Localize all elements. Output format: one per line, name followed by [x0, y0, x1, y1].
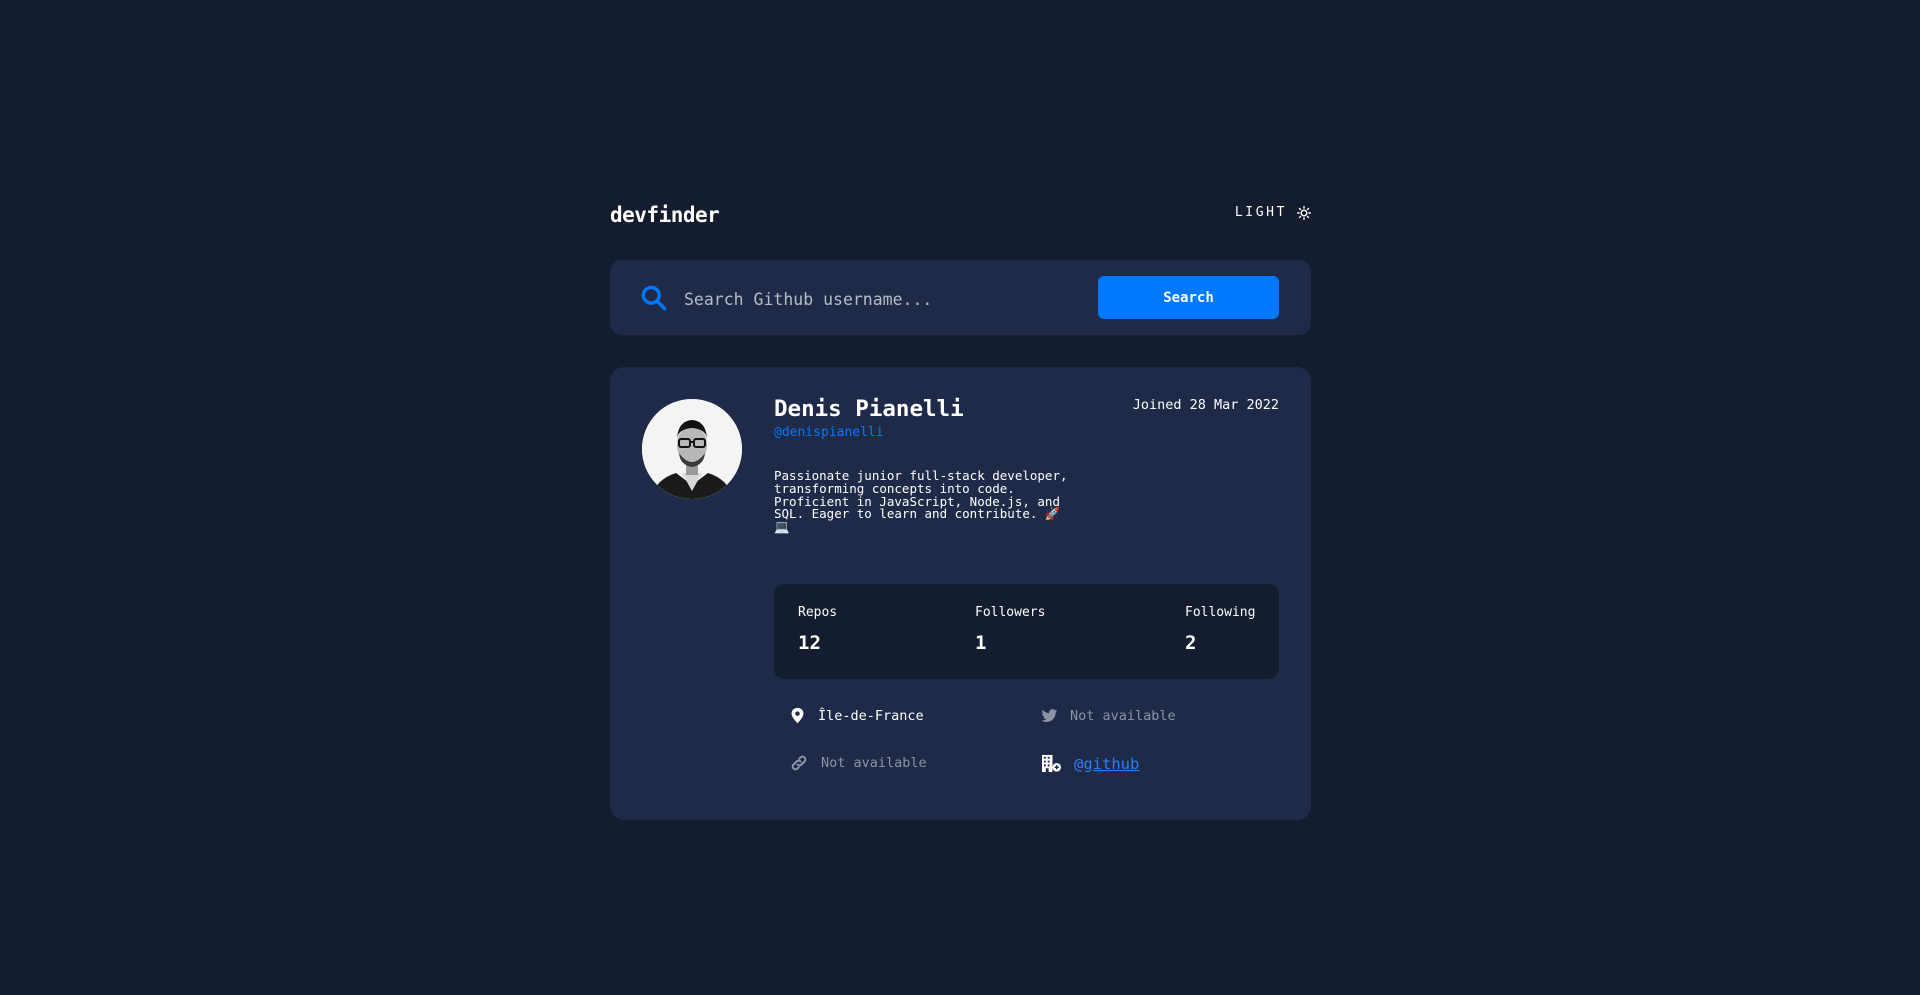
link-icon — [791, 755, 807, 771]
devfinder-app: devfinder LIGHT Search Github username..… — [610, 195, 1311, 820]
blog-text: Not available — [821, 755, 927, 771]
twitter-icon — [1041, 709, 1058, 722]
stat-following: Following 2 — [1185, 605, 1255, 654]
joined-date: Joined 28 Mar 2022 — [1132, 397, 1279, 413]
blog-item: Not available — [789, 753, 927, 773]
company-building-icon — [1042, 754, 1061, 773]
profile-login[interactable]: @denispianelli — [774, 425, 884, 440]
profile-name: Denis Pianelli — [774, 396, 964, 422]
stats-panel: Repos 12 Followers 1 Following 2 — [774, 584, 1279, 679]
sun-icon — [1297, 205, 1311, 220]
search-bar: Search — [610, 260, 1311, 335]
theme-label: LIGHT — [1234, 205, 1287, 220]
stat-repos-value: 12 — [798, 632, 821, 654]
profile-card: Denis Pianelli @denispianelli Joined 28 … — [610, 367, 1311, 820]
stat-following-label: Following — [1185, 605, 1256, 620]
stat-repos: Repos 12 — [798, 605, 837, 654]
theme-toggle[interactable]: LIGHT — [1235, 205, 1311, 220]
logo: devfinder — [610, 203, 720, 227]
avatar-image — [642, 399, 742, 499]
twitter-text: Not available — [1070, 707, 1176, 724]
location-text: Île-de-France — [818, 707, 924, 724]
twitter-item: Not available — [1041, 707, 1176, 724]
stat-followers-value: 1 — [975, 632, 987, 654]
stat-following-value: 2 — [1185, 632, 1197, 654]
avatar — [642, 399, 742, 499]
company-item: @github — [1041, 754, 1139, 773]
stat-repos-label: Repos — [798, 605, 838, 620]
header: devfinder LIGHT — [610, 195, 1311, 241]
company-link[interactable]: @github — [1074, 755, 1139, 773]
search-button[interactable]: Search — [1098, 276, 1279, 319]
search-icon — [641, 285, 667, 311]
profile-bio: Passionate junior full-stack developer, … — [774, 468, 1068, 535]
stat-followers-label: Followers — [975, 605, 1046, 620]
location-item: Île-de-France — [789, 707, 924, 724]
search-input[interactable] — [682, 278, 1086, 320]
location-pin-icon — [791, 707, 804, 724]
stat-followers: Followers 1 — [975, 605, 1045, 654]
